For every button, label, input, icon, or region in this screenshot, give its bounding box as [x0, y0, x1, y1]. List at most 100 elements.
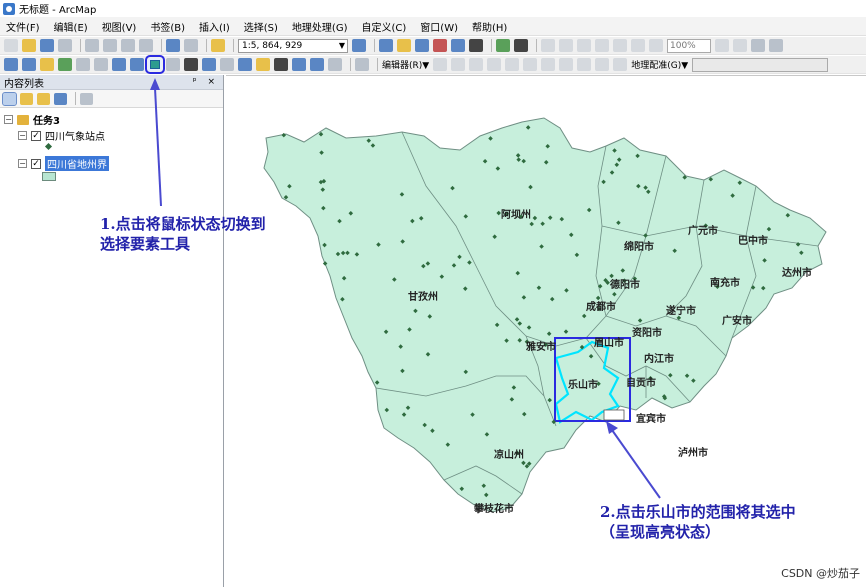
- redo-icon[interactable]: [184, 39, 198, 52]
- annotation-step1-line1: 1.点击将鼠标状态切换到: [100, 215, 266, 233]
- city-label: 泸州市: [678, 448, 708, 459]
- tools-toolbar: 编辑器(R)▼ 地理配准(G)▼: [0, 55, 866, 74]
- list-by-visibility-icon[interactable]: [37, 92, 50, 105]
- toolbar-separator: [374, 39, 375, 52]
- georeferencing-menu-button[interactable]: 地理配准(G)▼: [631, 58, 688, 71]
- menu-window[interactable]: 窗口(W): [420, 19, 458, 34]
- go-to-xy-icon[interactable]: [310, 58, 324, 71]
- print-icon[interactable]: [58, 39, 72, 52]
- csdn-watermark: CSDN @炒茄子: [781, 567, 860, 580]
- selection-marker: [603, 409, 625, 421]
- select-elements-arrow-icon[interactable]: [184, 58, 198, 71]
- collapse-icon[interactable]: −: [4, 115, 13, 124]
- add-data-icon[interactable]: [211, 39, 225, 52]
- toc-window-controls[interactable]: ᵖ ×: [193, 77, 219, 87]
- list-by-selection-icon[interactable]: [54, 92, 67, 105]
- toc-header: 内容列表 ᵖ ×: [0, 75, 223, 90]
- title-bar: 无标题 - ArcMap: [0, 0, 866, 17]
- paste-icon[interactable]: [121, 39, 135, 52]
- layout-tool-icon[interactable]: [769, 39, 783, 52]
- go-forward-icon[interactable]: [130, 58, 144, 71]
- layout-tool-icon: [577, 39, 591, 52]
- save-icon[interactable]: [40, 39, 54, 52]
- find-binoculars-icon[interactable]: [274, 58, 288, 71]
- delete-icon[interactable]: [139, 39, 153, 52]
- map-scale-value: 1:5, 864, 929: [242, 40, 303, 51]
- cut-icon[interactable]: [85, 39, 99, 52]
- map-scale-combobox[interactable]: 1:5, 864, 929 ▼: [238, 38, 348, 53]
- city-label: 巴中市: [738, 236, 768, 247]
- toc-group-row[interactable]: − 任务3: [4, 112, 60, 127]
- go-back-icon[interactable]: [112, 58, 126, 71]
- fixed-zoom-in-icon[interactable]: [76, 58, 90, 71]
- fixed-zoom-out-icon[interactable]: [94, 58, 108, 71]
- point-symbol-icon: [44, 142, 53, 151]
- collapse-icon[interactable]: −: [18, 131, 27, 140]
- layer-visibility-checkbox[interactable]: ✓: [31, 130, 41, 141]
- toolbar-separator: [377, 58, 378, 71]
- zoom-out-icon[interactable]: [22, 58, 36, 71]
- menu-help[interactable]: 帮助(H): [472, 19, 507, 34]
- city-label: 眉山市: [594, 338, 624, 349]
- standard-toolbar: 1:5, 864, 929 ▼ 100%: [0, 37, 866, 55]
- layout-tool-icon[interactable]: [751, 39, 765, 52]
- menu-edit[interactable]: 编辑(E): [54, 19, 88, 34]
- toc-layer-row-stations[interactable]: − ✓ 四川气象站点: [18, 128, 105, 143]
- list-by-drawing-order-icon[interactable]: [2, 91, 17, 106]
- toolbar-separator: [491, 39, 492, 52]
- html-popup-icon[interactable]: [238, 58, 252, 71]
- list-by-source-icon[interactable]: [20, 92, 33, 105]
- find-route-icon[interactable]: [292, 58, 306, 71]
- menu-selection[interactable]: 选择(S): [244, 19, 278, 34]
- editor-toolbar-icon[interactable]: [352, 39, 366, 52]
- editor-vertex-icon[interactable]: [496, 39, 510, 52]
- city-label: 攀枝花市: [474, 504, 514, 515]
- python-window-icon[interactable]: [451, 39, 465, 52]
- undo-icon[interactable]: [166, 39, 180, 52]
- menu-geoprocessing[interactable]: 地理处理(G): [292, 19, 348, 34]
- zoom-in-icon[interactable]: [4, 58, 18, 71]
- menu-view[interactable]: 视图(V): [102, 19, 137, 34]
- measure-icon[interactable]: [256, 58, 270, 71]
- georeferencing-layer-combobox[interactable]: [692, 57, 829, 72]
- copy-icon[interactable]: [103, 39, 117, 52]
- time-slider-icon[interactable]: [328, 58, 342, 71]
- layout-tool-icon: [715, 39, 729, 52]
- table-of-contents-icon[interactable]: [379, 39, 393, 52]
- menu-bookmarks[interactable]: 书签(B): [150, 19, 185, 34]
- toolbar-separator: [233, 39, 234, 52]
- layer-visibility-checkbox[interactable]: ✓: [31, 158, 41, 169]
- menu-file[interactable]: 文件(F): [6, 19, 40, 34]
- annotation-step1-line2: 选择要素工具: [100, 235, 191, 253]
- legend-symbol-row: [42, 172, 56, 181]
- arctoolbox-icon[interactable]: [433, 39, 447, 52]
- create-viewer-icon[interactable]: [355, 58, 369, 71]
- layout-tool-icon: [631, 39, 645, 52]
- clear-selection-icon[interactable]: [166, 58, 180, 71]
- menu-customize[interactable]: 自定义(C): [362, 19, 407, 34]
- toc-layer-row-boundaries[interactable]: − ✓ 四川省地州界: [18, 156, 109, 171]
- city-label: 甘孜州: [408, 292, 438, 303]
- pan-hand-icon[interactable]: [40, 58, 54, 71]
- hyperlink-icon[interactable]: [220, 58, 234, 71]
- select-features-tool-icon[interactable]: [145, 55, 165, 74]
- full-extent-icon[interactable]: [58, 58, 72, 71]
- layout-tool-icon: [559, 39, 573, 52]
- catalog-window-icon[interactable]: [397, 39, 411, 52]
- city-label: 广安市: [722, 316, 752, 327]
- toc-options-icon[interactable]: [80, 92, 93, 105]
- collapse-icon[interactable]: −: [18, 159, 27, 168]
- identify-icon[interactable]: [202, 58, 216, 71]
- new-document-icon[interactable]: [4, 39, 18, 52]
- editor-menu-button[interactable]: 编辑器(R)▼: [382, 58, 429, 71]
- model-builder-icon[interactable]: [469, 39, 483, 52]
- split-tool-icon[interactable]: [514, 39, 528, 52]
- menu-insert[interactable]: 插入(I): [199, 19, 230, 34]
- city-label: 达州市: [782, 268, 812, 279]
- search-window-icon[interactable]: [415, 39, 429, 52]
- open-folder-icon[interactable]: [22, 39, 36, 52]
- annotation-step2: 2.点击乐山市的范围将其选中 （呈现高亮状态）: [600, 502, 796, 542]
- annotation-step2-line1: 2.点击乐山市的范围将其选中: [600, 503, 796, 521]
- edit-tool-icon: [541, 58, 556, 71]
- city-label: 遂宁市: [666, 306, 696, 317]
